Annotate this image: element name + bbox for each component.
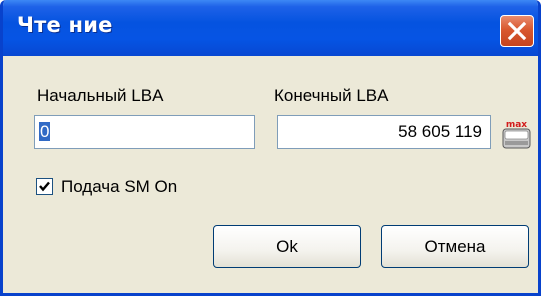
sm-on-label[interactable]: Подача SM On (61, 177, 177, 197)
close-icon (507, 21, 527, 41)
max-icon: max (502, 120, 531, 149)
max-icon-text: max (506, 120, 527, 130)
window-title: Чте ние (17, 13, 113, 37)
cancel-button[interactable]: Отмена (381, 225, 529, 268)
end-lba-value: 58 605 119 (398, 122, 482, 141)
title-bar[interactable]: Чте ние (3, 0, 538, 56)
close-button[interactable] (500, 15, 534, 47)
sm-on-checkbox[interactable] (36, 178, 53, 195)
start-lba-label: Начальный LBA (37, 86, 164, 105)
ok-button[interactable]: Ok (213, 225, 361, 268)
max-lba-button[interactable]: max (499, 118, 535, 152)
read-dialog: Чте ние Начальный LBA Конечный LBA 0 58 … (0, 0, 541, 296)
end-lba-label: Конечный LBA (274, 86, 389, 105)
start-lba-input[interactable]: 0 (34, 115, 255, 149)
checkmark-icon (39, 181, 50, 192)
start-lba-value: 0 (39, 122, 51, 141)
end-lba-input[interactable]: 58 605 119 (277, 115, 491, 149)
